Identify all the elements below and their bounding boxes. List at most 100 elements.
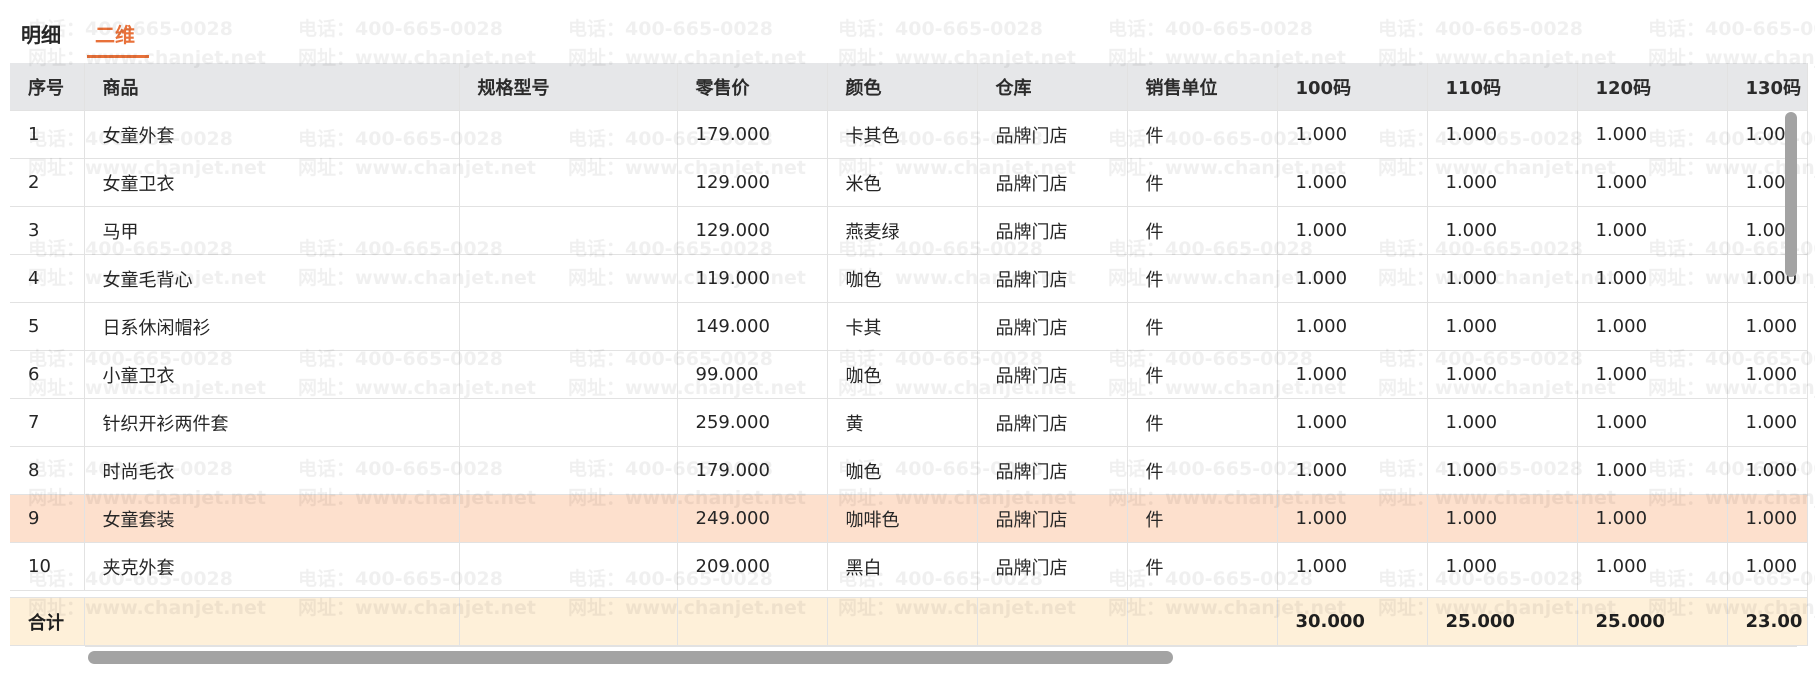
cell-size-130: 1.000 — [1727, 398, 1808, 447]
cell-size-100: 1.000 — [1277, 446, 1428, 495]
total-label: 合计 — [10, 597, 85, 646]
watermark-phone: 电话：400-665-0028 — [298, 18, 503, 40]
cell-spec — [459, 398, 678, 447]
cell-product: 女童套装 — [84, 494, 460, 543]
watermark-phone: 电话：400-665-0028 — [1648, 18, 1815, 40]
cell-size-130: 1.000 — [1727, 350, 1808, 399]
total-cell-empty — [459, 597, 678, 646]
cell-sales-unit: 件 — [1127, 206, 1278, 255]
cell-index: 10 — [10, 542, 85, 591]
table-row[interactable]: 9 女童套装 249.000 咖啡色 品牌门店件 1.000 1.000 1.000 1.000 — [10, 494, 1808, 543]
cell-warehouse: 品牌门店 — [977, 350, 1128, 399]
table-row[interactable]: 7 针织开衫两件套 259.000 黄品牌门店件 1.000 1.000 1.000 1.00… — [10, 398, 1808, 447]
tab-detail[interactable]: 明细 — [21, 18, 61, 52]
col-header-size-100[interactable]: 100码 — [1277, 63, 1428, 111]
cell-size-120: 1.000 — [1577, 206, 1728, 255]
table-row[interactable]: 8 时尚毛衣 179.000 咖色 品牌门店件 1.000 1.000 1.000 1.000 — [10, 446, 1808, 495]
table-row[interactable]: 5 日系休闲帽衫 149.000 卡其 品牌门店件 1.000 1.000 1.000 1.00… — [10, 302, 1808, 351]
cell-retail-price: 249.000 — [677, 494, 828, 543]
cell-index: 1 — [10, 110, 85, 159]
cell-product: 小童卫衣 — [84, 350, 460, 399]
cell-index: 3 — [10, 206, 85, 255]
cell-warehouse: 品牌门店 — [977, 398, 1128, 447]
cell-size-130: 1.000 — [1727, 494, 1808, 543]
cell-product: 针织开衫两件套 — [84, 398, 460, 447]
cell-size-120: 1.000 — [1577, 110, 1728, 159]
cell-size-120: 1.000 — [1577, 542, 1728, 591]
total-cell-empty — [977, 597, 1128, 646]
cell-index: 8 — [10, 446, 85, 495]
cell-warehouse: 品牌门店 — [977, 158, 1128, 207]
cell-size-110: 1.000 — [1427, 542, 1578, 591]
goods-matrix-table: 序号 商品 规格型号 零售价 颜色 仓库 销售单位 100码 110码 120码… — [10, 63, 1808, 646]
col-header-size-120[interactable]: 120码 — [1577, 63, 1728, 111]
cell-retail-price: 259.000 — [677, 398, 828, 447]
col-header-size-130[interactable]: 130码 — [1727, 63, 1808, 111]
watermark-phone: 电话：400-665-0028 — [568, 18, 773, 40]
cell-warehouse: 品牌门店 — [977, 494, 1128, 543]
watermark-phone: 电话：400-665-0028 — [1108, 18, 1313, 40]
cell-size-100: 1.000 — [1277, 542, 1428, 591]
total-size-120: 25.000 — [1577, 597, 1728, 646]
cell-spec — [459, 350, 678, 399]
cell-spec — [459, 494, 678, 543]
cell-sales-unit: 件 — [1127, 398, 1278, 447]
total-size-100: 30.000 — [1277, 597, 1428, 646]
tab-2d[interactable]: 二维 — [87, 18, 149, 58]
horizontal-scrollbar[interactable] — [88, 651, 1173, 664]
cell-color: 咖色 — [827, 350, 978, 399]
cell-size-130: 1.000 — [1727, 446, 1808, 495]
table-row[interactable]: 3 马甲 129.000 燕麦绿 品牌门店件 1.000 1.000 1.000 1.000 — [10, 206, 1808, 255]
cell-size-110: 1.000 — [1427, 398, 1578, 447]
col-header-warehouse[interactable]: 仓库 — [977, 63, 1128, 111]
total-size-110: 25.000 — [1427, 597, 1578, 646]
cell-warehouse: 品牌门店 — [977, 542, 1128, 591]
cell-size-110: 1.000 — [1427, 350, 1578, 399]
cell-warehouse: 品牌门店 — [977, 446, 1128, 495]
col-header-color[interactable]: 颜色 — [827, 63, 978, 111]
table-row[interactable]: 10 夹克外套 209.000 黑白 品牌门店件 1.000 1.000 1.000 1.000 — [10, 542, 1808, 591]
col-header-size-110[interactable]: 110码 — [1427, 63, 1578, 111]
cell-sales-unit: 件 — [1127, 158, 1278, 207]
total-row: 合计 30.000 25.000 25.000 23.00 — [10, 597, 1808, 646]
cell-retail-price: 129.000 — [677, 158, 828, 207]
cell-warehouse: 品牌门店 — [977, 206, 1128, 255]
cell-color: 黄 — [827, 398, 978, 447]
col-header-spec[interactable]: 规格型号 — [459, 63, 678, 111]
cell-size-110: 1.000 — [1427, 206, 1578, 255]
table-row[interactable]: 2 女童卫衣 129.000 米色 品牌门店件 1.000 1.000 1.000 1.000 — [10, 158, 1808, 207]
document-list-view: 明细 二维 序号 商品 规格型号 零售价 颜色 仓库 销售单位 100码 110… — [0, 0, 1815, 675]
total-cell-empty — [84, 597, 460, 646]
vertical-scrollbar[interactable] — [1785, 112, 1797, 277]
total-size-130: 23.00 — [1727, 597, 1808, 646]
table-body: 1 女童外套 179.000 卡其色 品牌门店件 1.000 1.000 1.000 1.000… — [10, 110, 1808, 646]
cell-color: 咖色 — [827, 254, 978, 303]
col-header-sales-unit[interactable]: 销售单位 — [1127, 63, 1278, 111]
table-row[interactable]: 6 小童卫衣 99.000 咖色 品牌门店件 1.000 1.000 1.000 1.000 — [10, 350, 1808, 399]
table-row[interactable]: 4 女童毛背心 119.000 咖色 品牌门店件 1.000 1.000 1.000 1.000 — [10, 254, 1808, 303]
cell-warehouse: 品牌门店 — [977, 110, 1128, 159]
cell-size-120: 1.000 — [1577, 494, 1728, 543]
total-cell-empty — [827, 597, 978, 646]
cell-spec — [459, 542, 678, 591]
cell-spec — [459, 302, 678, 351]
cell-color: 黑白 — [827, 542, 978, 591]
cell-size-120: 1.000 — [1577, 254, 1728, 303]
cell-size-110: 1.000 — [1427, 302, 1578, 351]
col-header-product[interactable]: 商品 — [84, 63, 460, 111]
cell-size-120: 1.000 — [1577, 302, 1728, 351]
col-header-index[interactable]: 序号 — [10, 63, 85, 111]
cell-color: 咖色 — [827, 446, 978, 495]
table-row[interactable]: 1 女童外套 179.000 卡其色 品牌门店件 1.000 1.000 1.000 1.000 — [10, 110, 1808, 159]
cell-spec — [459, 158, 678, 207]
cell-color: 米色 — [827, 158, 978, 207]
cell-size-120: 1.000 — [1577, 158, 1728, 207]
cell-warehouse: 品牌门店 — [977, 302, 1128, 351]
col-header-retail-price[interactable]: 零售价 — [677, 63, 828, 111]
cell-size-100: 1.000 — [1277, 302, 1428, 351]
cell-size-120: 1.000 — [1577, 350, 1728, 399]
cell-index: 6 — [10, 350, 85, 399]
cell-size-120: 1.000 — [1577, 398, 1728, 447]
cell-retail-price: 129.000 — [677, 206, 828, 255]
cell-size-110: 1.000 — [1427, 446, 1578, 495]
